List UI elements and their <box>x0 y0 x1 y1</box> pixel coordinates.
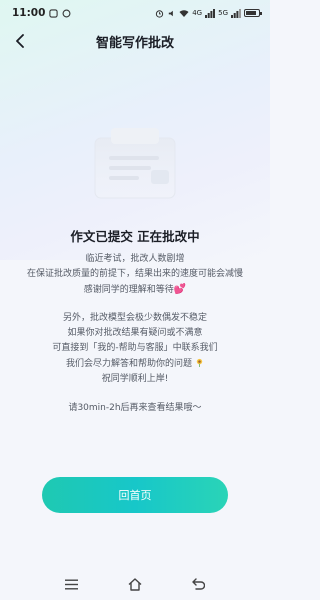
system-nav-bar <box>0 568 270 600</box>
menu-icon <box>65 579 79 589</box>
system-back-button[interactable] <box>187 573 209 595</box>
home-icon <box>128 577 142 591</box>
battery-icon <box>244 9 262 17</box>
status-time: 11:00 <box>12 7 46 19</box>
info-paragraph-2: 另外，批改模型会极少数偶发不稳定 如果你对批改结果有疑问或不满意 可直接到「我的… <box>0 311 270 387</box>
info-line: 如果你对批改结果有疑问或不满意 <box>67 328 203 339</box>
info-line: 另外，批改模型会极少数偶发不稳定 <box>62 313 207 323</box>
signal-icon-2 <box>231 8 241 18</box>
info-line-help: 我们会尽力解答和帮助你的问题 <box>0 357 270 372</box>
mute-icon <box>169 10 174 16</box>
info-line: 请30min-2h后再来查看结果哦～ <box>68 403 202 413</box>
document-screen-icon <box>94 128 176 199</box>
info-line-text: 我们会尽力解答和帮助你的问题 <box>66 358 193 369</box>
home-button[interactable]: 回首页 <box>42 477 228 513</box>
info-paragraph-1: 临近考试，批改人数剧增 在保证批改质量的前提下，结果出来的速度可能会减慢 感谢同… <box>0 252 270 299</box>
info-line: 可直接到「我的-帮助与客服」中联系我们 <box>52 343 218 354</box>
back-icon <box>192 578 205 590</box>
info-line-thanks: 感谢同学的理解和等待💕 <box>0 282 270 298</box>
status-headline: 作文已提交 正在批改中 <box>70 229 200 244</box>
info-line: 临近考试，批改人数剧增 <box>85 254 185 264</box>
alarm-icon <box>156 9 164 18</box>
nav-bar: 智能写作批改 <box>0 26 270 56</box>
wifi-icon <box>179 9 189 17</box>
info-paragraph-3: 请30min-2h后再来查看结果哦～ <box>0 401 270 416</box>
back-button[interactable] <box>10 31 30 51</box>
info-line: 在保证批改质量的前提下，结果出来的速度可能会减慢 <box>26 269 243 280</box>
network-type-label-2: 5G <box>218 9 228 17</box>
status-left: 11:00 <box>12 7 71 19</box>
chevron-left-icon <box>16 34 24 48</box>
notification-icon <box>49 8 59 18</box>
status-bar: 11:00 4G 5G <box>0 0 270 26</box>
system-home-button[interactable] <box>124 573 146 595</box>
status-right: 4G 5G <box>155 8 262 18</box>
sunflower-icon <box>196 358 203 367</box>
heart-icon: 💕 <box>173 284 187 296</box>
battery-level <box>246 11 256 15</box>
info-line: 祝同学顺利上岸! <box>101 373 169 384</box>
network-type-label: 4G <box>192 9 203 17</box>
signal-icon <box>205 8 216 18</box>
info-line-text: 感谢同学的理解和等待 <box>83 285 174 296</box>
message-icon <box>62 9 71 17</box>
menu-button[interactable] <box>61 573 83 595</box>
page-title: 智能写作批改 <box>95 35 174 51</box>
